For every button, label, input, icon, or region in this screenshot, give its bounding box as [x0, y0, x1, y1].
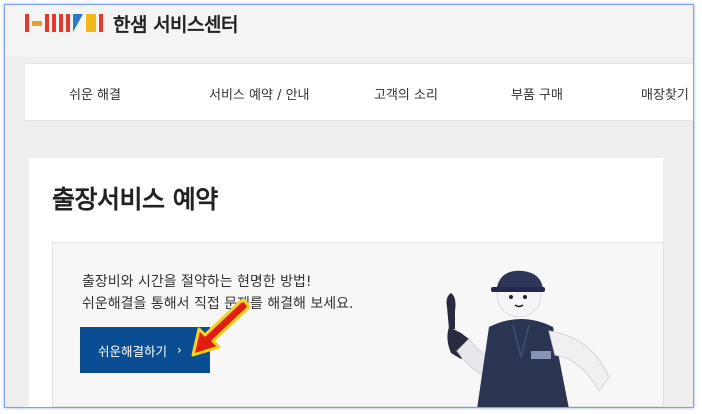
banner-line-1: 출장비와 시간을 절약하는 현명한 방법!	[82, 274, 312, 290]
nav-item-customer-voice[interactable]: 고객의 소리	[374, 84, 438, 103]
service-mascot-icon	[446, 270, 610, 407]
nav-item-store-finder[interactable]: 매장찾기	[641, 84, 689, 103]
logo-text: 한샘 서비스센터	[113, 13, 238, 36]
red-pointer-arrow-icon	[191, 299, 251, 357]
nav-item-parts-purchase[interactable]: 부품 구매	[511, 84, 563, 103]
page-title: 출장서비스 예약	[52, 185, 218, 214]
easy-fix-button-label: 쉬운해결하기	[98, 343, 168, 359]
nav-item-easy-fix[interactable]: 쉬운 해결	[69, 84, 121, 103]
nav-item-service-booking[interactable]: 서비스 예약 / 안내	[209, 84, 310, 103]
site-header: 한샘 서비스센터	[5, 5, 693, 57]
site-logo[interactable]: 한샘 서비스센터	[25, 9, 238, 37]
chevron-right-icon: ›	[177, 343, 182, 357]
hanssem-logo-icon	[25, 14, 103, 32]
main-nav: 쉬운 해결 서비스 예약 / 안내 고객의 소리 부품 구매 매장찾기	[25, 63, 693, 121]
browser-frame: 한샘 서비스센터 쉬운 해결 서비스 예약 / 안내 고객의 소리 부품 구매 …	[4, 4, 694, 408]
